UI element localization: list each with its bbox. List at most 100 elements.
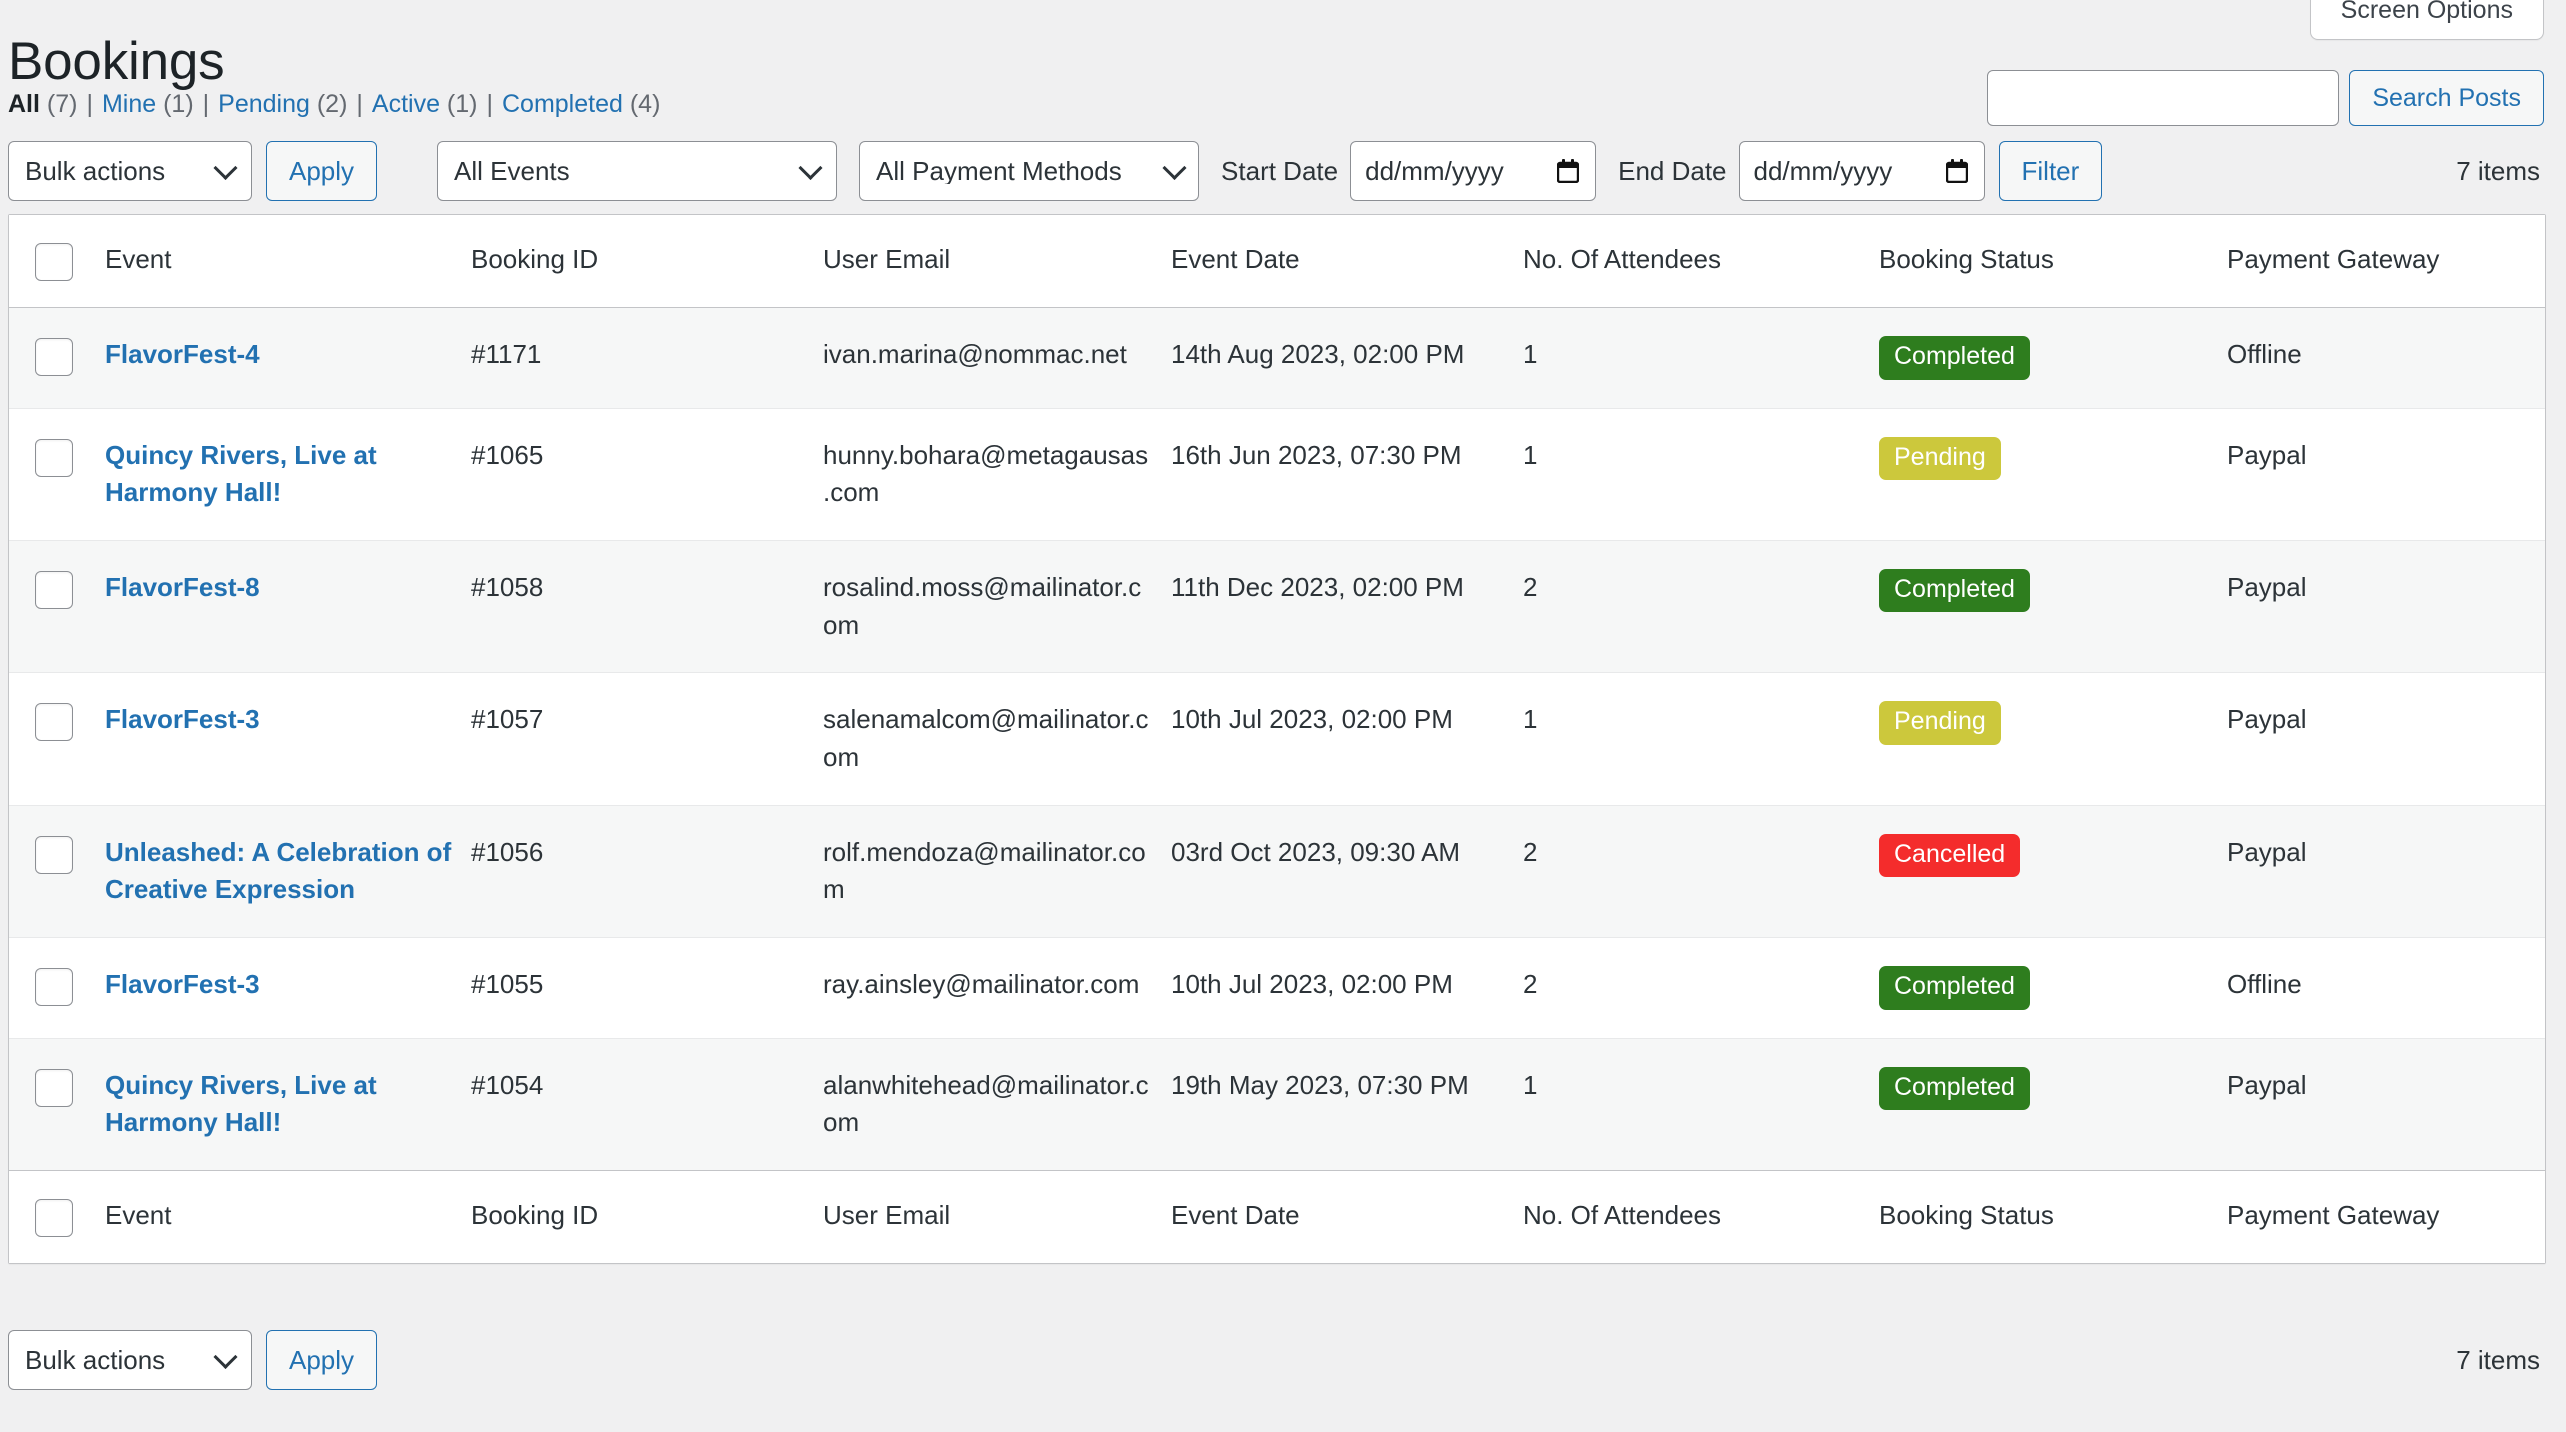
tablenav-bottom: Bulk actions Apply 7 items (8, 1330, 2544, 1390)
cell-event-date: 03rd Oct 2023, 09:30 AM (1171, 804, 1523, 937)
displaying-num-bottom: 7 items (2456, 1344, 2540, 1375)
column-header-payment-gateway[interactable]: Payment Gateway (2227, 215, 2545, 308)
row-checkbox[interactable] (35, 438, 73, 477)
status-badge: Pending (1879, 436, 2001, 480)
views-separator: | (86, 90, 93, 118)
view-link-count: (1) (156, 90, 194, 118)
tablenav-top: Bulk actions Apply All Events All Paymen… (8, 140, 2544, 202)
start-date-label: Start Date (1221, 155, 1339, 186)
select-all-checkbox-footer[interactable] (35, 1198, 73, 1237)
row-select-cell (9, 804, 105, 937)
view-link-count: (2) (309, 90, 348, 118)
view-link-completed[interactable]: Completed (4) (502, 90, 660, 118)
cell-user-email: hunny.bohara@metagausas.com (823, 407, 1171, 540)
start-date-value: dd/mm/yyyy (1365, 155, 1504, 186)
screen-options-button[interactable]: Screen Options (2309, 0, 2544, 40)
calendar-icon[interactable] (1945, 159, 1968, 184)
event-link[interactable]: FlavorFest-4 (105, 339, 260, 369)
apply-button-top[interactable]: Apply (266, 141, 378, 201)
column-footer-user-email[interactable]: User Email (823, 1169, 1171, 1263)
table-row: FlavorFest-3 #1057 salenamalcom@mailinator… (9, 672, 2545, 804)
events-filter-select[interactable]: All Events (437, 141, 838, 201)
start-date-input[interactable]: dd/mm/yyyy (1350, 141, 1597, 201)
table-row: Quincy Rivers, Live at Harmony Hall! #106… (9, 407, 2545, 540)
cell-user-email: rolf.mendoza@mailinator.com (823, 804, 1171, 937)
event-link[interactable]: Unleashed: A Celebration of Creative Exp… (105, 837, 451, 905)
page-title: Bookings (8, 31, 225, 91)
view-link-pending[interactable]: Pending (2) (218, 90, 347, 118)
event-link[interactable]: FlavorFest-3 (105, 969, 260, 999)
row-checkbox[interactable] (35, 570, 73, 609)
status-badge: Pending (1879, 701, 2001, 745)
payment-methods-filter-select[interactable]: All Payment Methods (859, 141, 1200, 201)
cell-event-date: 10th Jul 2023, 02:00 PM (1171, 672, 1523, 804)
cell-booking-id: #1056 (471, 804, 823, 937)
view-link-label: All (8, 90, 40, 118)
row-checkbox[interactable] (35, 1068, 73, 1107)
column-footer-event-date[interactable]: Event Date (1171, 1169, 1523, 1263)
column-footer-attendees[interactable]: No. Of Attendees (1523, 1169, 1879, 1263)
row-checkbox[interactable] (35, 968, 73, 1006)
row-checkbox[interactable] (35, 338, 73, 376)
column-header-booking-status[interactable]: Booking Status (1879, 215, 2227, 308)
row-select-cell (9, 407, 105, 540)
cell-payment-gateway: Paypal (2227, 672, 2545, 804)
event-link[interactable]: FlavorFest-3 (105, 704, 260, 734)
column-header-user-email[interactable]: User Email (823, 215, 1171, 308)
event-link[interactable]: FlavorFest-8 (105, 572, 260, 602)
apply-button-bottom[interactable]: Apply (266, 1330, 378, 1390)
table-row: FlavorFest-4 #1171 ivan.marina@nommac.net 1… (9, 308, 2545, 408)
row-select-cell (9, 937, 105, 1038)
cell-user-email: ray.ainsley@mailinator.com (823, 937, 1171, 1038)
cell-booking-status: Completed (1879, 308, 2227, 408)
column-footer-booking-id[interactable]: Booking ID (471, 1169, 823, 1263)
bulk-actions-select-wrap: Bulk actions (8, 141, 252, 201)
row-checkbox[interactable] (35, 835, 73, 874)
cell-booking-id: #1065 (471, 407, 823, 540)
search-posts-button[interactable]: Search Posts (2349, 70, 2544, 126)
row-select-cell (9, 1037, 105, 1170)
calendar-icon[interactable] (1556, 159, 1580, 184)
cell-attendees: 2 (1523, 804, 1879, 937)
cell-payment-gateway: Paypal (2227, 804, 2545, 937)
views-filter-links: All (7) | Mine (1) | Pending (2) | Active (1) |… (8, 92, 660, 117)
column-footer-payment-gateway[interactable]: Payment Gateway (2227, 1169, 2545, 1263)
cell-event: FlavorFest-3 (105, 937, 471, 1038)
event-link[interactable]: Quincy Rivers, Live at Harmony Hall! (105, 1070, 377, 1138)
column-header-booking-id[interactable]: Booking ID (471, 215, 823, 308)
cell-attendees: 1 (1523, 308, 1879, 408)
filter-button[interactable]: Filter (1998, 141, 2103, 201)
view-link-label: Completed (501, 90, 623, 118)
column-footer-booking-status[interactable]: Booking Status (1879, 1169, 2227, 1263)
view-link-mine[interactable]: Mine (1) (102, 90, 194, 118)
cell-user-email: rosalind.moss@mailinator.com (823, 539, 1171, 673)
cell-attendees: 1 (1523, 407, 1879, 540)
row-select-cell (9, 672, 105, 804)
cell-event-date: 11th Dec 2023, 02:00 PM (1171, 539, 1523, 673)
cell-event-date: 10th Jul 2023, 02:00 PM (1171, 937, 1523, 1038)
search-input[interactable] (1987, 70, 2340, 126)
column-header-attendees[interactable]: No. Of Attendees (1523, 215, 1879, 308)
column-header-event[interactable]: Event (105, 215, 471, 308)
cell-event: Quincy Rivers, Live at Harmony Hall! (105, 407, 471, 540)
view-link-active[interactable]: Active (1) (372, 90, 478, 118)
event-link[interactable]: Quincy Rivers, Live at Harmony Hall! (105, 440, 377, 508)
view-link-all[interactable]: All (7) (8, 90, 77, 118)
cell-event: Quincy Rivers, Live at Harmony Hall! (105, 1037, 471, 1170)
column-header-event-date[interactable]: Event Date (1171, 215, 1523, 308)
table-header-row: Event Booking ID User Email Event Date N… (9, 215, 2545, 308)
cell-event: FlavorFest-4 (105, 308, 471, 408)
cell-payment-gateway: Paypal (2227, 407, 2545, 540)
bulk-actions-select-bottom[interactable]: Bulk actions (8, 1330, 252, 1390)
column-footer-event[interactable]: Event (105, 1169, 471, 1263)
select-all-checkbox[interactable] (35, 243, 73, 281)
bulk-actions-select-wrap-bottom: Bulk actions (8, 1330, 252, 1390)
cell-attendees: 2 (1523, 539, 1879, 673)
table-head: Event Booking ID User Email Event Date N… (9, 215, 2545, 308)
cell-user-email: alanwhitehead@mailinator.com (823, 1037, 1171, 1170)
end-date-input[interactable]: dd/mm/yyyy (1738, 141, 1985, 201)
bulk-actions-select[interactable]: Bulk actions (8, 141, 252, 201)
payment-filter-select-wrap: All Payment Methods (859, 141, 1200, 201)
status-badge: Completed (1879, 1066, 2030, 1110)
row-checkbox[interactable] (35, 703, 73, 742)
